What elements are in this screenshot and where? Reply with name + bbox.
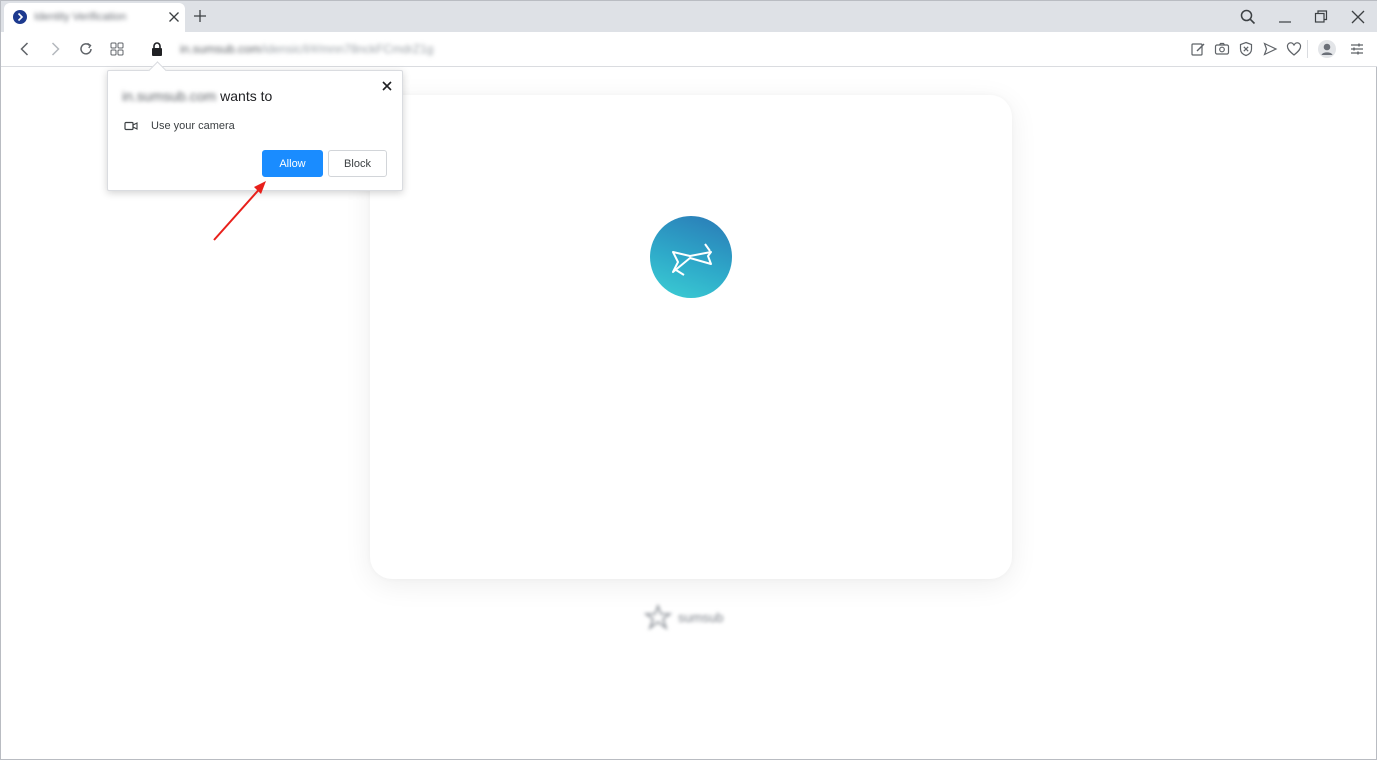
search-tabs-icon[interactable]	[1238, 7, 1258, 27]
close-icon[interactable]	[379, 78, 395, 94]
back-icon[interactable]	[16, 40, 34, 58]
permission-row: Use your camera	[124, 120, 235, 132]
restore-icon[interactable]	[1311, 7, 1331, 27]
allow-button[interactable]: Allow	[262, 150, 323, 177]
video-camera-icon	[124, 121, 138, 131]
browser-toolbar: in.sumsub.com/idensic/l/#/mnn78nckFCmdrZ…	[1, 32, 1377, 67]
block-button[interactable]: Block	[328, 150, 387, 177]
annotation-arrow-icon	[213, 181, 266, 241]
popup-title: in.sumsub.com wants to	[122, 88, 272, 104]
brand-name: sumsub	[678, 609, 724, 625]
send-icon[interactable]	[1261, 40, 1279, 58]
minimize-icon[interactable]	[1275, 7, 1295, 27]
address-bar[interactable]: in.sumsub.com/idensic/l/#/mnn78nckFCmdrZ…	[180, 42, 433, 56]
sumsub-hourglass-icon	[650, 216, 732, 298]
settings-sliders-icon[interactable]	[1348, 40, 1366, 58]
apps-grid-icon[interactable]	[108, 40, 126, 58]
permission-prompt: in.sumsub.com wants to Use your camera Al…	[107, 61, 403, 191]
lock-icon[interactable]	[148, 40, 166, 58]
tab-strip: Identity Verification	[1, 1, 1377, 32]
active-tab[interactable]: Identity Verification	[4, 3, 185, 32]
browser-window: Identity Verification in.sumsub.com/iden…	[0, 0, 1377, 760]
screenshot-camera-icon[interactable]	[1213, 40, 1231, 58]
ad-block-icon[interactable]	[1237, 40, 1255, 58]
popup-title-suffix: wants to	[220, 88, 273, 104]
footer-brand: sumsub	[644, 604, 724, 630]
close-window-icon[interactable]	[1348, 7, 1368, 27]
tab-title: Identity Verification	[34, 11, 127, 23]
url-host: in.sumsub.com	[180, 42, 261, 56]
tab-close-icon[interactable]	[166, 9, 182, 25]
popup-origin: in.sumsub.com	[122, 88, 217, 104]
new-tab-icon[interactable]	[192, 8, 208, 24]
permission-label: Use your camera	[151, 120, 235, 132]
edit-icon[interactable]	[1189, 40, 1207, 58]
url-path: /idensic/l/#/mnn78nckFCmdrZ1g	[260, 42, 434, 56]
heart-icon[interactable]	[1285, 40, 1303, 58]
forward-icon[interactable]	[46, 40, 64, 58]
toolbar-divider	[1307, 40, 1308, 58]
verification-card	[370, 95, 1012, 579]
reload-icon[interactable]	[77, 40, 95, 58]
sumsub-chevron-icon	[13, 10, 27, 24]
sumsub-logo-icon	[644, 604, 672, 630]
profile-avatar-icon[interactable]	[1317, 39, 1337, 59]
